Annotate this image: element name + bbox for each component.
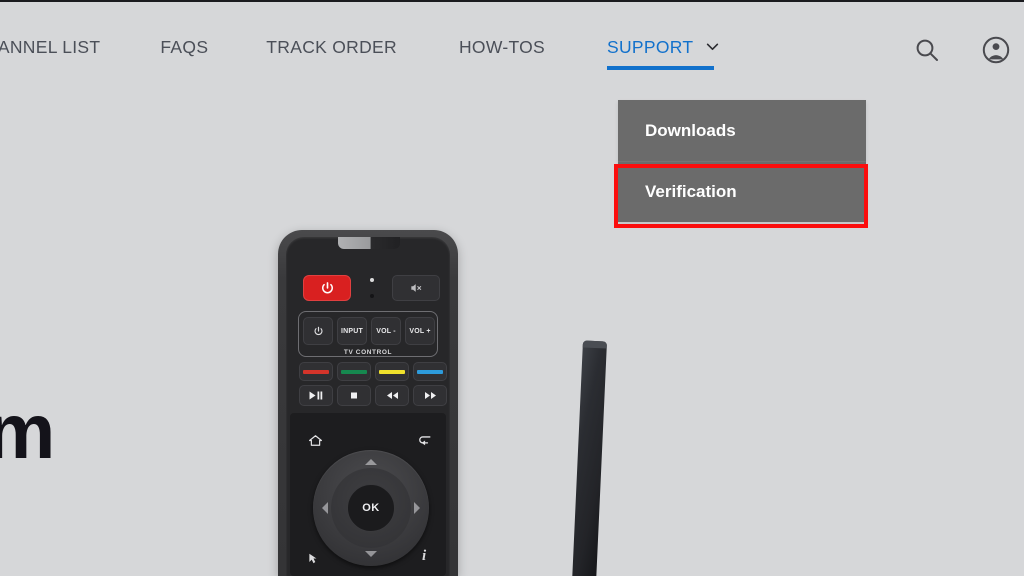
dpad-ok-button: OK [347,484,395,532]
blue-color-bar [417,369,443,374]
remote-power-button [303,275,351,301]
mouse-pointer-icon [307,552,320,570]
back-arrow-icon [417,434,432,452]
chevron-down-icon [706,35,719,56]
mute-icon [411,284,422,292]
dropdown-item-downloads[interactable]: Downloads [618,100,866,161]
yellow-color-button [375,362,409,381]
antenna-bar [572,340,607,576]
remote-led-indicator [370,278,374,282]
dpad-down-arrow-icon [365,551,377,557]
nav-item-support-label: SUPPORT [607,36,694,57]
nav-item-how-tos[interactable]: HOW-TOS [459,37,545,64]
tv-control-label: TV CONTROL [326,349,410,356]
remote-face: TV CONTROL INPUT VOL - VOL + i OK [286,237,450,576]
antenna-cap [582,340,607,349]
power-icon [313,326,323,335]
remote-mute-button [392,275,440,301]
rewind-icon [386,392,398,399]
site-header: CHANNEL LIST FAQS TRACK ORDER HOW-TOS SU… [0,2,1024,98]
nav-item-faqs[interactable]: FAQS [160,37,208,64]
nav-item-track-order[interactable]: TRACK ORDER [266,37,397,64]
remote-ir-sensor [370,294,374,298]
page-title: m [0,387,55,475]
tv-remote-product-image: TV CONTROL INPUT VOL - VOL + i OK [278,230,458,576]
nav-item-support[interactable]: SUPPORT [607,35,719,70]
nav-item-channel-list[interactable]: CHANNEL LIST [0,37,100,64]
blue-color-button [413,362,447,381]
green-color-bar [341,369,367,374]
account-circle-icon[interactable] [982,36,1010,64]
tv-power-button [303,317,333,345]
dpad-up-arrow-icon [365,459,377,465]
support-dropdown-menu: Downloads Verification [618,100,866,222]
info-icon: i [422,548,427,564]
yellow-color-bar [379,369,405,374]
tv-volume-up-button: VOL + [405,317,435,345]
search-icon[interactable] [914,37,940,63]
red-color-bar [303,369,329,374]
primary-navigation: CHANNEL LIST FAQS TRACK ORDER HOW-TOS SU… [0,2,719,98]
remote-speaker-grille [338,237,400,249]
dpad-left-arrow-icon [322,502,328,514]
dpad-ring: OK [313,450,429,566]
home-icon [308,434,323,452]
stop-icon [351,392,357,399]
active-nav-underline [607,65,715,70]
tv-input-button: INPUT [337,317,367,345]
power-icon [321,281,333,293]
header-actions [914,2,1010,98]
fast-forward-icon [424,392,436,399]
stop-button [337,385,371,406]
fast-forward-button [413,385,447,406]
dpad-right-arrow-icon [414,502,420,514]
play-pause-button [299,385,333,406]
tv-volume-down-button: VOL - [371,317,401,345]
green-color-button [337,362,371,381]
rewind-button [375,385,409,406]
play-pause-icon [309,391,322,400]
red-color-button [299,362,333,381]
dropdown-item-verification[interactable]: Verification [618,161,866,222]
